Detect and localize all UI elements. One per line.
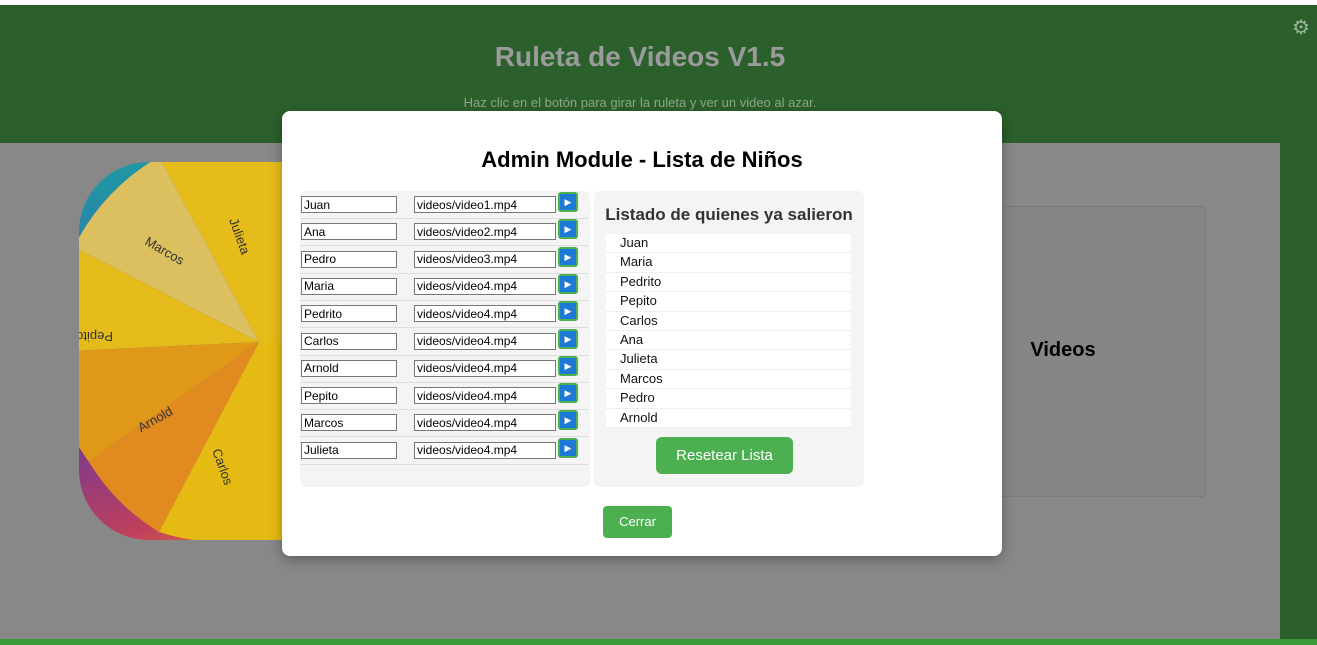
kid-name-input[interactable] — [301, 277, 397, 295]
kids-table: ▶ ▶ ▶ ▶ ▶ ▶ ▶ — [300, 191, 590, 487]
modal-title: Admin Module - Lista de Niños — [481, 147, 803, 172]
kid-video-input[interactable] — [414, 305, 556, 323]
list-item: Julieta — [606, 350, 851, 370]
table-row: ▶ — [300, 246, 588, 274]
list-item: Juan — [606, 234, 851, 254]
reset-list-button[interactable]: Resetear Lista — [656, 437, 793, 474]
play-button[interactable]: ▶ — [558, 219, 578, 240]
kid-name-input[interactable] — [301, 332, 397, 350]
play-button[interactable]: ▶ — [558, 301, 578, 322]
kid-name-input[interactable] — [301, 305, 397, 323]
kid-video-input[interactable] — [414, 250, 556, 268]
kid-video-input[interactable] — [414, 359, 556, 377]
page-subtitle: Haz clic en el botón para girar la rulet… — [463, 95, 817, 110]
table-row: ▶ — [300, 409, 588, 438]
play-button[interactable]: ▶ — [558, 355, 578, 376]
list-item: Pedro — [606, 389, 851, 409]
kid-name-input[interactable] — [301, 359, 397, 377]
play-icon: ▶ — [560, 275, 576, 292]
play-icon: ▶ — [560, 303, 576, 320]
play-button[interactable]: ▶ — [558, 410, 578, 431]
play-icon: ▶ — [560, 357, 576, 374]
play-icon: ▶ — [560, 385, 576, 402]
table-row: ▶ — [300, 437, 588, 465]
table-row: ▶ — [300, 273, 588, 301]
kid-video-input[interactable] — [414, 414, 556, 432]
play-button[interactable]: ▶ — [558, 437, 578, 458]
play-icon: ▶ — [560, 439, 576, 456]
wheel-label-pepito: Pepito — [79, 329, 113, 344]
already-out-list: Juan Maria Pedrito Pepito Carlos Ana Jul… — [606, 234, 851, 428]
list-item: Ana — [606, 331, 851, 351]
table-row: ▶ — [300, 191, 588, 219]
wheel-svg: Julieta Marcos Pepito Arnold Carlos — [79, 162, 309, 540]
page-title: Ruleta de Videos V1.5 — [494, 41, 786, 72]
roulette-wheel[interactable]: Julieta Marcos Pepito Arnold Carlos — [79, 162, 309, 540]
table-row: ▶ — [300, 300, 588, 329]
play-button[interactable]: ▶ — [558, 328, 578, 349]
kid-video-input[interactable] — [414, 277, 556, 295]
kid-name-input[interactable] — [301, 441, 397, 459]
play-icon: ▶ — [560, 194, 576, 210]
play-icon: ▶ — [560, 221, 576, 238]
table-row: ▶ — [300, 355, 588, 383]
play-icon: ▶ — [560, 330, 576, 347]
list-item: Pepito — [606, 292, 851, 312]
kid-name-input[interactable] — [301, 223, 397, 241]
play-button[interactable]: ▶ — [558, 273, 578, 294]
play-icon: ▶ — [560, 412, 576, 429]
list-item: Pedrito — [606, 273, 851, 293]
kid-video-input[interactable] — [414, 441, 556, 459]
table-row: ▶ — [300, 218, 588, 247]
kid-name-input[interactable] — [301, 414, 397, 432]
kid-video-input[interactable] — [414, 387, 556, 405]
kid-name-input[interactable] — [301, 387, 397, 405]
kid-video-input[interactable] — [414, 223, 556, 241]
table-row: ▶ — [300, 382, 588, 411]
table-row: ▶ — [300, 328, 588, 356]
kid-name-input[interactable] — [301, 250, 397, 268]
already-out-title: Listado de quienes ya salieron — [605, 205, 853, 224]
gear-icon[interactable]: ⚙ — [1292, 16, 1310, 40]
bottom-bar — [0, 639, 1317, 645]
already-out-panel: Listado de quienes ya salieron Juan Mari… — [594, 191, 864, 487]
list-item: Arnold — [606, 409, 851, 428]
kid-name-input[interactable] — [301, 196, 397, 213]
list-item: Carlos — [606, 312, 851, 331]
close-button[interactable]: Cerrar — [603, 506, 672, 538]
kid-video-input[interactable] — [414, 332, 556, 350]
play-button[interactable]: ▶ — [558, 246, 578, 267]
play-button[interactable]: ▶ — [558, 383, 578, 404]
list-item: Marcos — [606, 370, 851, 390]
list-item: Maria — [606, 253, 851, 273]
play-button[interactable]: ▶ — [558, 192, 578, 212]
admin-modal: Admin Module - Lista de Niños ▶ ▶ ▶ ▶ ▶ — [282, 111, 1002, 556]
kid-video-input[interactable] — [414, 196, 556, 213]
play-icon: ▶ — [560, 248, 576, 265]
sidebar — [1280, 5, 1317, 640]
